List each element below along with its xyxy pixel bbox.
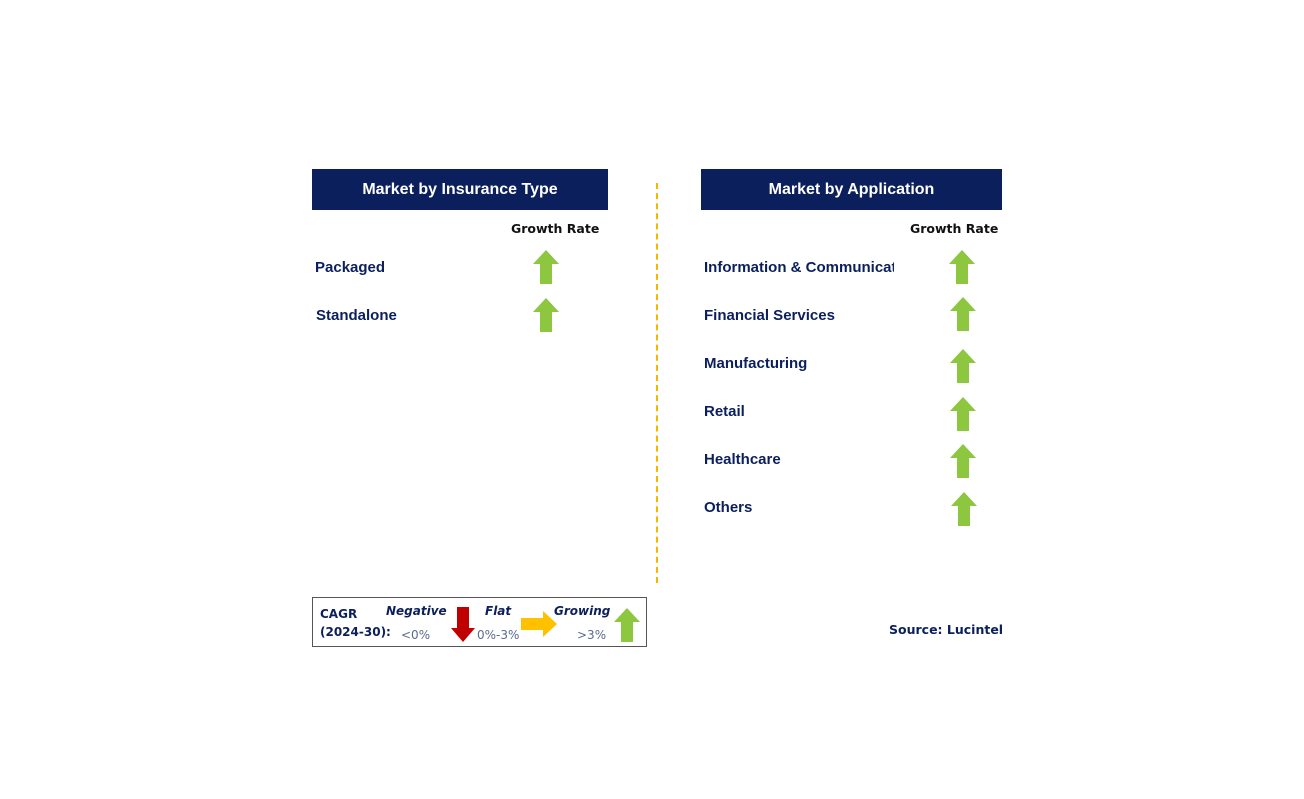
growing-arrow-icon (950, 444, 976, 478)
legend-cagr-label: CAGR (320, 607, 358, 621)
source-label: Source: Lucintel (889, 622, 1004, 637)
application-row-label: Information & Communicati (704, 259, 894, 276)
legend-cagr-period: (2024-30): (320, 625, 391, 639)
application-row-label: Retail (704, 403, 745, 420)
flat-arrow-icon (521, 611, 557, 637)
insurance-type-row-label: Packaged (315, 259, 386, 276)
application-row-label: Manufacturing (704, 355, 808, 372)
application-row-label: Financial Services (704, 307, 835, 324)
application-header: Market by Application (701, 169, 1002, 210)
right-growth-rate-header: Growth Rate (910, 221, 999, 236)
application-row-label: Healthcare (704, 451, 781, 468)
growing-arrow-icon (533, 298, 559, 332)
growing-arrow-icon (951, 492, 977, 526)
application-title: Market by Application (768, 180, 935, 198)
growing-arrow-icon (950, 397, 976, 431)
legend-negative-label: Negative (386, 604, 447, 618)
legend-flat-range: 0%-3% (477, 628, 520, 642)
growing-arrow-icon (950, 349, 976, 383)
legend-growing-label: Growing (554, 604, 611, 618)
growing-arrow-icon (614, 608, 640, 642)
legend-negative-range: <0% (401, 628, 431, 642)
left-growth-rate-header: Growth Rate (511, 221, 600, 236)
legend-growing-range: >3% (577, 628, 607, 642)
growing-arrow-icon (949, 250, 975, 284)
panel-divider (656, 183, 658, 583)
insurance-type-row-label: Standalone (316, 307, 397, 324)
insurance-type-header: Market by Insurance Type (312, 169, 608, 210)
legend-flat-label: Flat (485, 604, 512, 618)
cagr-legend: CAGR (2024-30): Negative <0% Flat 0%-3% … (312, 597, 647, 647)
growing-arrow-icon (950, 297, 976, 331)
growing-arrow-icon (533, 250, 559, 284)
application-row-label: Others (704, 499, 753, 516)
insurance-type-title: Market by Insurance Type (362, 180, 558, 198)
negative-arrow-icon (451, 607, 475, 642)
